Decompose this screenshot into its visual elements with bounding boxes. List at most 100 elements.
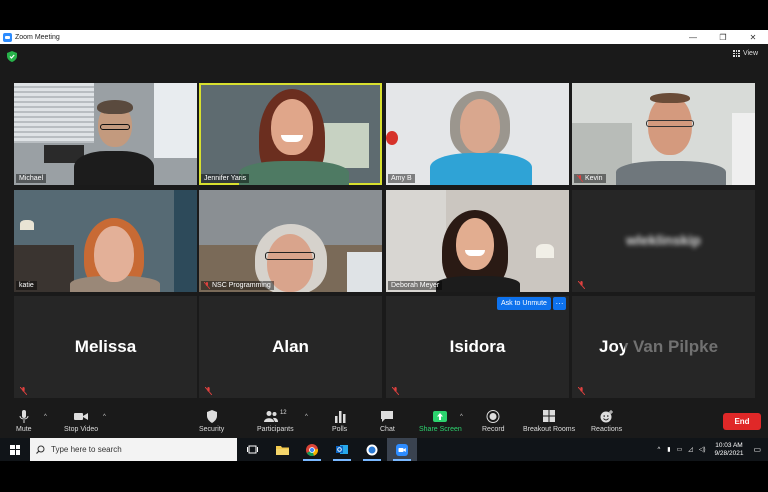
view-label: View xyxy=(742,50,758,57)
view-button[interactable]: View xyxy=(732,50,758,57)
share-screen-icon xyxy=(433,411,448,422)
windows-taskbar: Type here to search ^ ▮ ▭ ◿ ◁) 10:03 AM … xyxy=(0,438,768,461)
task-view-icon xyxy=(246,445,258,454)
search-icon xyxy=(36,445,45,454)
window-title: Zoom Meeting xyxy=(15,33,60,41)
video-tile-jennifer[interactable]: Jennifer Yaris xyxy=(199,83,382,185)
chrome-button[interactable] xyxy=(297,438,327,461)
battery-icon[interactable]: ▭ xyxy=(677,446,683,453)
breakout-rooms-icon xyxy=(543,410,556,422)
start-button[interactable] xyxy=(0,438,30,461)
reactions-button[interactable]: Reactions xyxy=(591,410,622,433)
stop-video-button[interactable]: Stop Video xyxy=(64,410,98,433)
more-options-button[interactable]: ··· xyxy=(553,297,566,310)
taskbar-clock[interactable]: 10:03 AM 9/28/2021 xyxy=(715,442,744,458)
share-options-caret-icon[interactable]: ^ xyxy=(460,414,463,420)
smiley-plus-icon xyxy=(600,410,613,423)
video-tile-amy[interactable]: Amy B xyxy=(386,83,569,185)
folder-icon xyxy=(275,445,289,455)
muted-mic-icon xyxy=(205,387,212,395)
video-tile-wleklinskip[interactable]: wleklinskip xyxy=(572,190,755,292)
meeting-toolbar: Mute ^ Stop Video ^ Security 12 Particip… xyxy=(0,408,768,438)
mute-options-caret-icon[interactable]: ^ xyxy=(44,414,47,420)
participant-name-tag: Kevin xyxy=(574,174,606,183)
participant-name-tag: katie xyxy=(16,281,37,290)
window-titlebar: Zoom Meeting — ❐ ✕ xyxy=(0,30,768,44)
security-shield-icon xyxy=(7,51,17,62)
record-button[interactable]: Record xyxy=(482,410,505,433)
participant-display-name: Alan xyxy=(272,337,309,356)
participants-options-caret-icon[interactable]: ^ xyxy=(305,414,308,420)
video-tile-melissa[interactable]: Melissa xyxy=(14,296,197,398)
clock-time: 10:03 AM xyxy=(715,441,743,449)
participant-count: 12 xyxy=(279,410,287,416)
participants-icon xyxy=(263,411,278,422)
taskbar-search[interactable]: Type here to search xyxy=(30,438,237,461)
muted-mic-icon xyxy=(577,175,583,182)
muted-mic-icon xyxy=(392,387,399,395)
polls-button[interactable]: Polls xyxy=(332,410,347,433)
video-tile-deborah[interactable]: Deborah Meyer xyxy=(386,190,569,292)
security-button[interactable]: Security xyxy=(199,410,224,433)
notifications-icon[interactable]: ▭ xyxy=(753,445,761,454)
search-placeholder: Type here to search xyxy=(51,445,122,454)
messaging-app-icon xyxy=(366,444,378,455)
zoom-taskbar-button[interactable] xyxy=(387,438,417,461)
participant-display-name: Joy Van Pilpke xyxy=(599,337,719,356)
participant-name-tag: Deborah Meyer xyxy=(388,281,443,290)
video-options-caret-icon[interactable]: ^ xyxy=(103,414,106,420)
zoom-app-icon xyxy=(3,32,12,42)
chat-button[interactable]: Chat xyxy=(380,410,395,433)
close-button[interactable]: ✕ xyxy=(738,30,768,44)
chat-icon xyxy=(381,411,394,422)
participant-display-name: wleklinskip xyxy=(626,232,701,248)
video-camera-icon xyxy=(74,413,89,420)
chrome-icon xyxy=(306,443,318,456)
video-tile-joy[interactable]: Joy Van Pilpke xyxy=(572,296,755,398)
video-tile-alan[interactable]: Alan xyxy=(199,296,382,398)
participant-name-tag: Jennifer Yaris xyxy=(201,174,250,183)
minimize-button[interactable]: — xyxy=(678,30,708,44)
muted-mic-icon xyxy=(578,387,585,395)
ask-to-unmute-button[interactable]: Ask to Unmute xyxy=(497,297,551,310)
muted-mic-icon xyxy=(204,282,210,289)
record-icon xyxy=(486,410,500,423)
window-controls: — ❐ ✕ xyxy=(678,30,768,44)
breakout-rooms-button[interactable]: Breakout Rooms xyxy=(523,410,575,433)
zoom-icon xyxy=(396,443,408,456)
share-screen-button[interactable]: Share Screen xyxy=(419,410,462,433)
video-tile-michael[interactable]: Michael xyxy=(14,83,197,185)
video-tile-katie[interactable]: katie xyxy=(14,190,197,292)
windows-logo-icon xyxy=(10,444,20,455)
muted-mic-icon xyxy=(20,387,27,395)
clock-date: 9/28/2021 xyxy=(714,449,744,457)
system-tray: ^ ▮ ▭ ◿ ◁) 10:03 AM 9/28/2021 ▭ xyxy=(653,438,768,461)
muted-mic-icon xyxy=(578,281,585,289)
letterbox-top xyxy=(0,0,768,30)
participant-display-name: Isidora xyxy=(449,337,506,356)
messaging-app-button[interactable] xyxy=(357,438,387,461)
volume-icon[interactable]: ◁) xyxy=(699,446,706,453)
grid-view-icon xyxy=(732,50,740,57)
maximize-button[interactable]: ❐ xyxy=(708,30,738,44)
polls-icon xyxy=(334,411,346,423)
outlook-icon xyxy=(336,445,348,454)
video-tile-nsc-programming[interactable]: NSC Programming xyxy=(199,190,382,292)
file-explorer-button[interactable] xyxy=(267,438,297,461)
tray-expand-icon[interactable]: ^ xyxy=(657,447,660,453)
network-icon[interactable]: ◿ xyxy=(688,446,693,453)
task-view-button[interactable] xyxy=(237,438,267,461)
usb-icon[interactable]: ▮ xyxy=(667,446,670,453)
video-tile-isidora[interactable]: Isidora xyxy=(386,296,569,398)
letterbox-bottom xyxy=(0,461,768,492)
microphone-icon xyxy=(19,410,29,423)
mute-button[interactable]: Mute xyxy=(16,410,32,433)
participant-name-tag: Michael xyxy=(16,174,47,183)
end-meeting-button[interactable]: End xyxy=(723,413,761,430)
participant-display-name: Melissa xyxy=(74,337,137,356)
outlook-button[interactable] xyxy=(327,438,357,461)
participant-name-tag: Amy B xyxy=(388,174,415,183)
participant-name-tag: NSC Programming xyxy=(201,281,274,290)
participants-button[interactable]: 12 Participants xyxy=(257,410,294,433)
video-tile-kevin[interactable]: Kevin xyxy=(572,83,755,185)
